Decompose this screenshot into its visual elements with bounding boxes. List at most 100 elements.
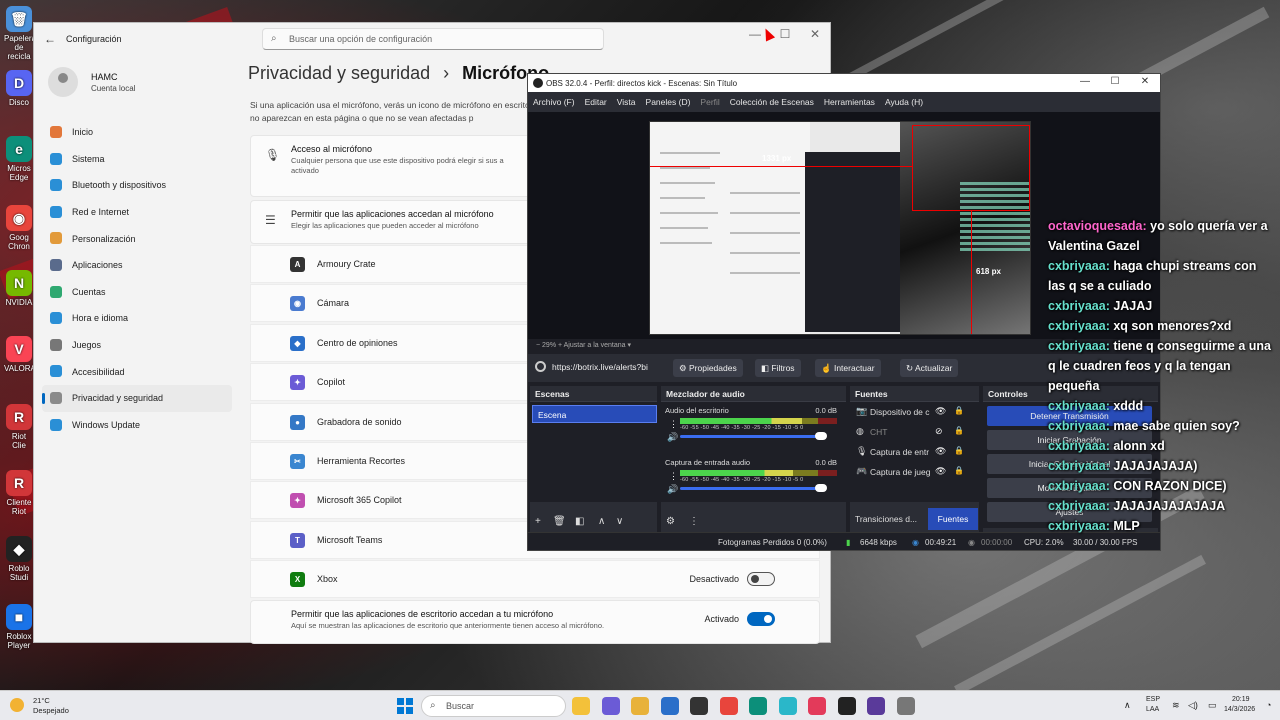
close-icon[interactable]: ✕	[1130, 76, 1160, 87]
desktop-shortcut[interactable]: R Cliente Riot	[4, 470, 34, 516]
volume-slider-handle[interactable]	[815, 484, 827, 492]
settings-icon[interactable]	[896, 697, 915, 715]
tab-sources[interactable]: Fuentes	[928, 508, 978, 530]
language-code[interactable]: ESP	[1146, 696, 1160, 703]
lock-icon[interactable]: 🔒	[954, 446, 964, 455]
sidebar-item-wifi[interactable]: Red e Internet	[42, 199, 232, 226]
camera-icon: 📷	[856, 406, 868, 416]
speaker-icon[interactable]: 🔊	[667, 484, 678, 495]
sidebar-item-system[interactable]: Sistema	[42, 146, 232, 173]
eye-off-icon[interactable]: ⊘	[935, 426, 943, 437]
app-icon[interactable]	[867, 697, 885, 715]
eye-icon[interactable]: 👁	[935, 406, 946, 417]
lock-icon[interactable]: 🔒	[954, 426, 964, 435]
speaker-icon[interactable]: 🔊	[667, 432, 678, 443]
desktop-shortcut[interactable]: R Riot Clie	[4, 404, 34, 450]
speaker-icon[interactable]: ◁)	[1188, 700, 1198, 711]
taskbar-search[interactable]: ⌕ Buscar	[421, 695, 566, 717]
move-down-icon[interactable]: ∨	[616, 516, 623, 527]
kebab-menu-icon[interactable]: ⋮	[669, 471, 678, 482]
kebab-menu-icon[interactable]: ⋮	[689, 516, 699, 527]
obs-preview[interactable]: 1331 px 618 px	[649, 121, 1031, 335]
filters-button[interactable]: ◧ Filtros	[755, 359, 801, 377]
scene-item[interactable]: Escena	[532, 405, 657, 423]
sidebar-item-brush[interactable]: Personalización	[42, 225, 232, 252]
menu-item[interactable]: Paneles (D)	[646, 97, 691, 112]
desktop-shortcut[interactable]: ◉ Goog Chron	[4, 205, 34, 251]
back-arrow-icon[interactable]: ←	[44, 32, 56, 46]
sidebar-item-bluetooth[interactable]: Bluetooth y dispositivos	[42, 172, 232, 199]
folder-icon[interactable]	[631, 697, 649, 715]
move-up-icon[interactable]: ∧	[598, 516, 605, 527]
source-item[interactable]: 🎮 Captura de jueg 👁 🔒	[854, 462, 972, 482]
wifi-icon[interactable]: ≋	[1172, 700, 1180, 711]
desktop-shortcut[interactable]: ■ Roblox Player	[4, 604, 34, 650]
desktop-shortcut[interactable]: e Micros Edge	[4, 136, 34, 182]
maximize-icon[interactable]: ☐	[770, 27, 800, 41]
desktop-shortcut[interactable]: N NVIDIA	[4, 270, 34, 307]
chrome-icon[interactable]	[719, 697, 738, 715]
clock-time[interactable]: 20:19	[1232, 696, 1250, 703]
source-item[interactable]: 📷 Dispositivo de c 👁 🔒	[854, 402, 972, 422]
figma-icon[interactable]	[778, 697, 797, 715]
home-icon	[50, 126, 62, 138]
edge-icon[interactable]	[749, 697, 767, 715]
desktop-shortcut[interactable]: V VALORA	[4, 336, 36, 373]
obs-icon[interactable]	[837, 697, 856, 715]
menu-item[interactable]: Ayuda (H)	[885, 97, 923, 112]
kebab-menu-icon[interactable]: ⋮	[669, 419, 678, 430]
menu-item[interactable]: Archivo (F)	[533, 97, 575, 112]
copilot-icon[interactable]	[601, 697, 620, 715]
add-icon[interactable]: +	[535, 516, 541, 527]
volume-slider[interactable]	[680, 487, 825, 490]
tab-transitions[interactable]: Transiciones d...	[855, 514, 917, 524]
properties-button[interactable]: ⚙ Propiedades	[673, 359, 743, 377]
lock-icon[interactable]: 🔒	[954, 406, 964, 415]
filter-icon: ◧	[761, 363, 772, 373]
sidebar-item-account[interactable]: Cuentas	[42, 279, 232, 306]
sidebar-item-update[interactable]: Windows Update	[42, 412, 232, 439]
music-icon[interactable]	[808, 697, 826, 715]
source-item[interactable]: ◍ CHT ⊘ 🔒	[854, 422, 972, 442]
menu-item[interactable]: Editar	[585, 97, 607, 112]
desktop-shortcut[interactable]: D Disco	[4, 70, 34, 107]
menu-item[interactable]: Vista	[617, 97, 636, 112]
xbox-toggle[interactable]	[747, 572, 775, 587]
chevron-up-icon[interactable]: ∧	[1124, 700, 1131, 711]
selection-box[interactable]	[912, 125, 1030, 211]
sidebar-item-home[interactable]: Inicio	[42, 119, 232, 146]
interact-button[interactable]: ☝ Interactuar	[815, 359, 881, 377]
store-icon[interactable]	[660, 697, 679, 715]
file-explorer-icon[interactable]	[572, 697, 590, 715]
sidebar-item-globe[interactable]: Hora e idioma	[42, 305, 232, 332]
menu-item[interactable]: Perfil	[700, 97, 719, 112]
source-item[interactable]: 🎙 Captura de entr 👁 🔒	[854, 442, 972, 462]
settings-search-input[interactable]: ⌕ Buscar una opción de configuración	[262, 28, 604, 50]
volume-slider-handle[interactable]	[815, 432, 827, 440]
breadcrumb-parent[interactable]: Privacidad y seguridad	[248, 63, 430, 83]
filter-icon[interactable]: ◧	[575, 516, 584, 527]
vscode-icon[interactable]	[690, 697, 708, 715]
battery-icon[interactable]: ▭	[1208, 700, 1217, 711]
menu-item[interactable]: Colección de Escenas	[730, 97, 814, 112]
desktop-apps-toggle[interactable]	[747, 612, 775, 626]
desktop-shortcut[interactable]: ◆ Roblo Studi	[4, 536, 34, 582]
desktop-shortcut[interactable]: 🗑 Papelera de recicla	[4, 6, 36, 61]
volume-slider[interactable]	[680, 435, 825, 438]
sidebar-item-accessibility[interactable]: Accesibilidad	[42, 358, 232, 385]
lock-icon[interactable]: 🔒	[954, 466, 964, 475]
eye-icon[interactable]: 👁	[935, 446, 946, 457]
refresh-button[interactable]: ↻ Actualizar	[900, 359, 959, 377]
notification-icon[interactable]: ◔	[1266, 700, 1271, 710]
sidebar-item-shield[interactable]: Privacidad y seguridad	[42, 384, 232, 412]
close-icon[interactable]: ✕	[800, 27, 830, 41]
sidebar-item-gamepad[interactable]: Juegos	[42, 332, 232, 359]
menu-item[interactable]: Herramientas	[824, 97, 875, 112]
start-button[interactable]	[397, 698, 413, 714]
gear-icon[interactable]: ⚙	[666, 516, 675, 527]
eye-icon[interactable]: 👁	[935, 466, 946, 477]
trash-icon[interactable]: 🗑	[553, 516, 566, 527]
maximize-icon[interactable]: ☐	[1100, 76, 1130, 87]
minimize-icon[interactable]: —	[1070, 76, 1100, 87]
sidebar-item-apps[interactable]: Aplicaciones	[42, 252, 232, 279]
